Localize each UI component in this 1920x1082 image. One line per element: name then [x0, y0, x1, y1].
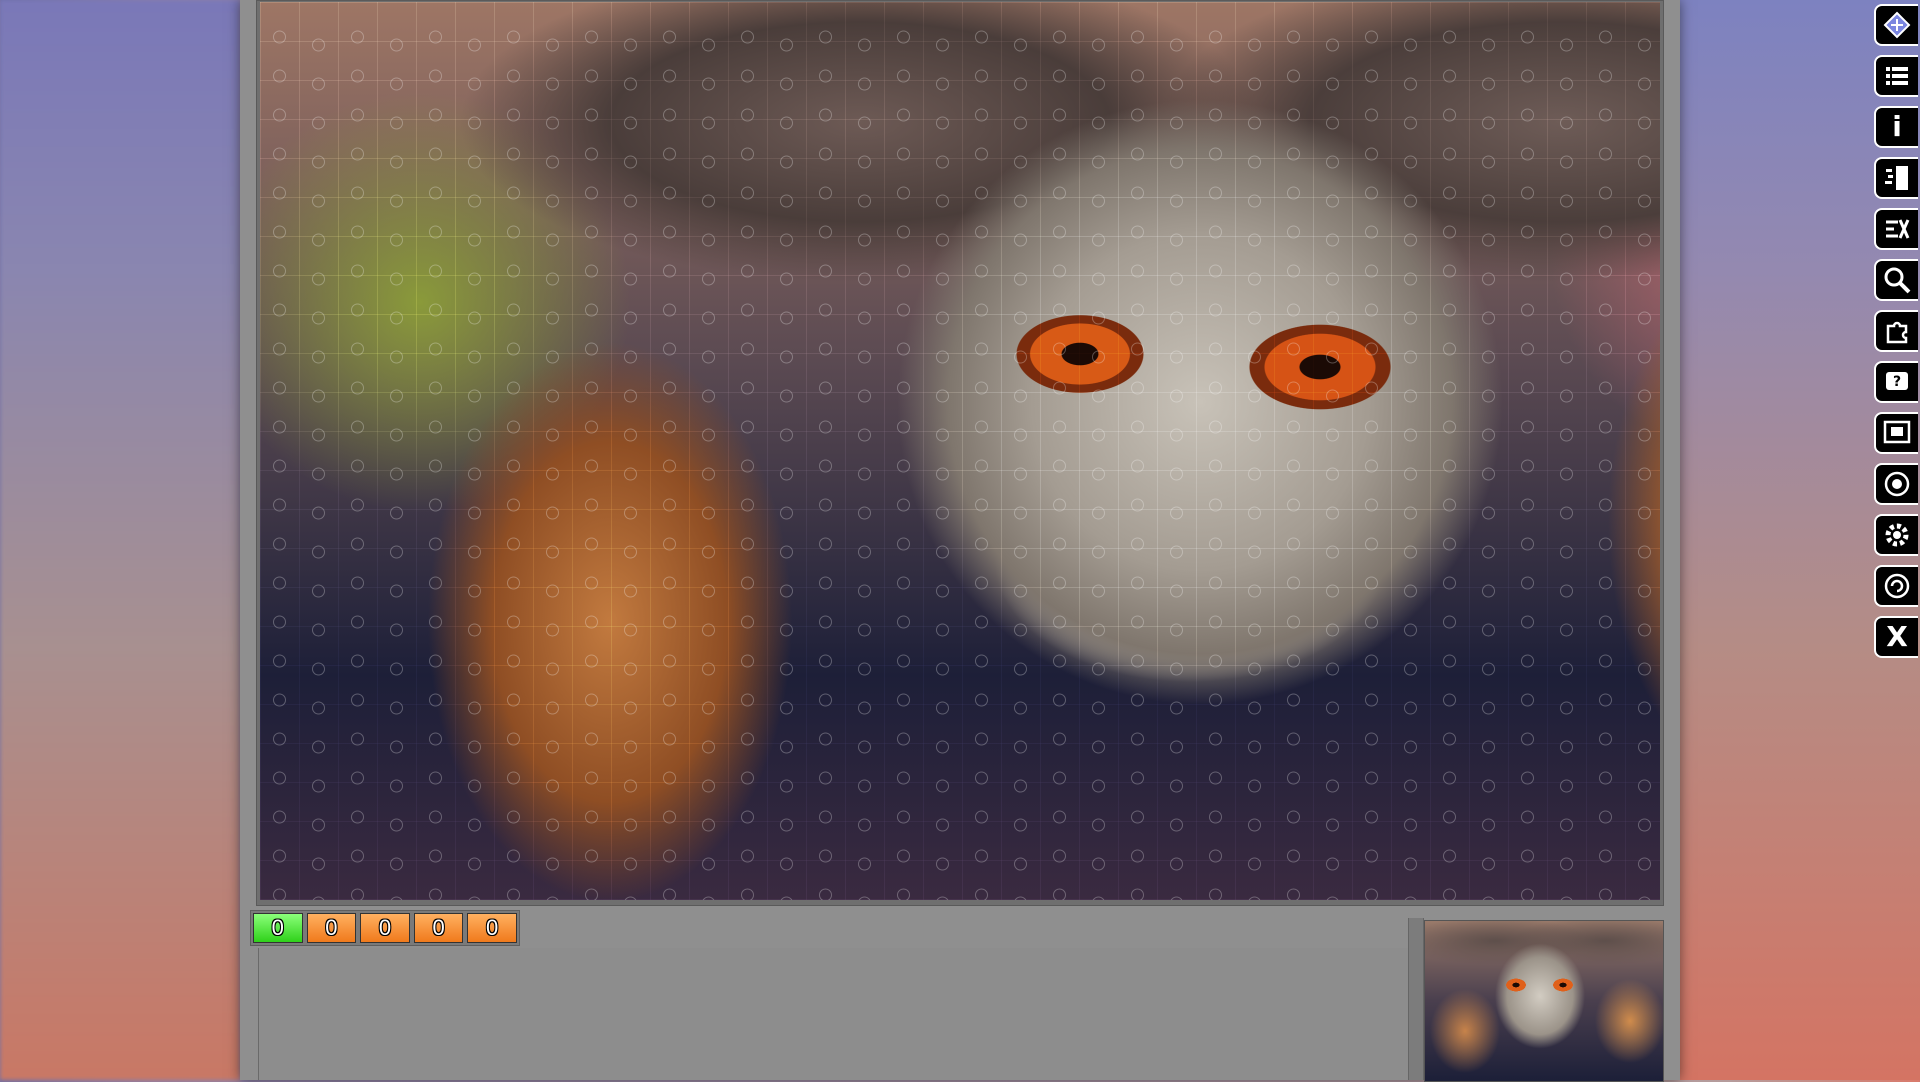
background-left	[0, 0, 240, 1080]
sort-pieces-icon[interactable]	[1874, 208, 1918, 250]
zoom-icon[interactable]	[1874, 259, 1918, 301]
svg-text:?: ?	[1893, 374, 1901, 390]
scatter-pieces-icon[interactable]	[1874, 157, 1918, 199]
puzzle-logo-icon[interactable]	[1874, 4, 1918, 46]
tray-divider	[1408, 918, 1424, 1080]
placed-counter: 0	[253, 913, 303, 943]
preview-toggle-icon[interactable]	[1874, 412, 1918, 454]
toolbar: i ? X	[1874, 4, 1920, 658]
rotate-icon[interactable]	[1874, 565, 1918, 607]
hint-icon[interactable]: ?	[1874, 361, 1918, 403]
puzzle-piece-outlines	[273, 30, 1651, 900]
close-icon[interactable]: X	[1874, 616, 1918, 658]
background-icon[interactable]	[1874, 463, 1918, 505]
counter-bar: 0 0 0 0 0	[250, 910, 520, 946]
counter-2: 0	[306, 913, 357, 943]
preview-thumbnail[interactable]	[1424, 920, 1664, 1082]
piece-tray[interactable]	[258, 948, 1410, 1080]
piece-shape-icon[interactable]	[1874, 310, 1918, 352]
counter-3: 0	[360, 913, 410, 943]
info-icon[interactable]: i	[1874, 106, 1918, 148]
counter-4: 0	[413, 913, 464, 943]
counter-5: 0	[467, 913, 517, 943]
settings-icon[interactable]	[1874, 514, 1918, 556]
puzzle-image-area[interactable]	[260, 2, 1660, 900]
menu-list-icon[interactable]	[1874, 55, 1918, 97]
